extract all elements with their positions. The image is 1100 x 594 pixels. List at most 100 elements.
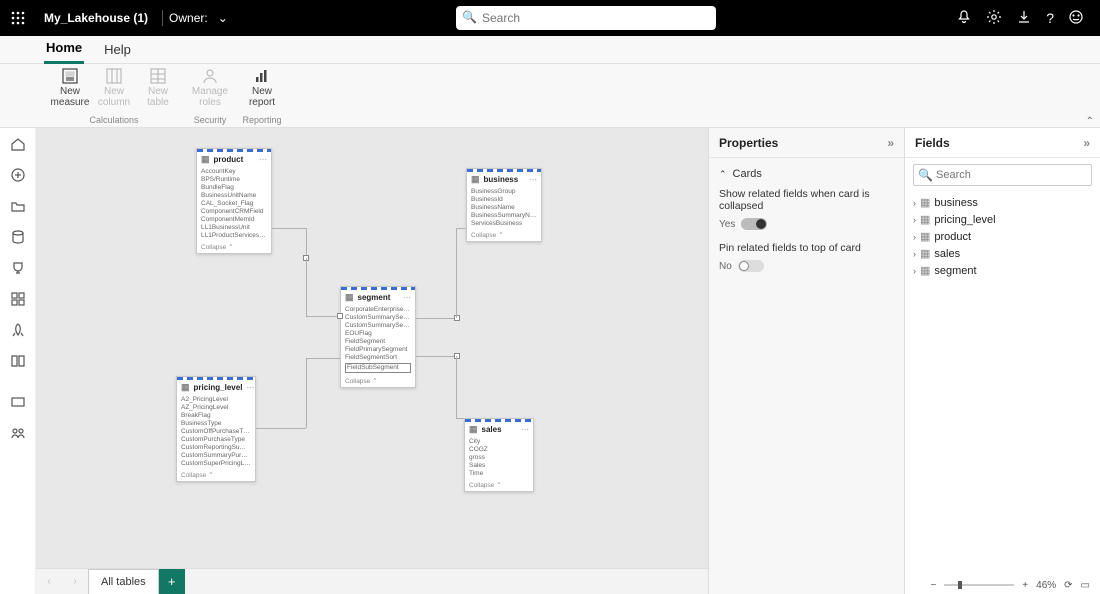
- nav-workspaces[interactable]: [10, 425, 26, 444]
- gear-icon: [986, 9, 1002, 25]
- add-layout-button[interactable]: +: [159, 569, 185, 594]
- download-button[interactable]: [1016, 9, 1032, 28]
- entity-segment[interactable]: ▦segment⋯ CorporateEnterpriseFlag Custom…: [340, 286, 416, 388]
- relationship-endpoint[interactable]: [454, 315, 460, 321]
- chevron-down-icon: ⌄: [214, 11, 232, 25]
- cards-section-header[interactable]: ⌃ Cards: [719, 164, 894, 184]
- owner-dropdown[interactable]: Owner: ⌄: [169, 11, 232, 25]
- tab-scroll-left[interactable]: ‹: [36, 569, 62, 594]
- bell-icon: [956, 9, 972, 25]
- nav-deployment[interactable]: [10, 322, 26, 341]
- collapse-fields-icon[interactable]: »: [1083, 136, 1090, 150]
- fields-title: Fields: [915, 136, 950, 150]
- nav-metrics[interactable]: [10, 260, 26, 279]
- field-table-business[interactable]: ›▦business: [913, 194, 1092, 211]
- chevron-right-icon: ›: [913, 249, 916, 259]
- home-icon: [10, 136, 26, 152]
- entity-more-icon[interactable]: ⋯: [246, 383, 254, 392]
- pin-related-toggle[interactable]: [738, 260, 764, 272]
- zoom-slider[interactable]: [944, 584, 1014, 586]
- zoom-out-button[interactable]: −: [930, 580, 936, 591]
- settings-button[interactable]: [986, 9, 1002, 28]
- relationship-line[interactable]: [456, 228, 457, 318]
- ribbon-collapse-button[interactable]: ⌃: [1086, 116, 1094, 127]
- download-icon: [1016, 9, 1032, 25]
- tab-home[interactable]: Home: [44, 36, 84, 64]
- nav-workspace[interactable]: [10, 394, 26, 413]
- table-icon: ▦: [345, 292, 354, 303]
- entity-business[interactable]: ▦business⋯ BusinessGroup BusinessId Busi…: [466, 168, 542, 242]
- manage-roles-button: Manageroles: [190, 64, 230, 110]
- waffle-icon: [10, 10, 26, 26]
- relationship-line[interactable]: [456, 418, 464, 419]
- entity-more-icon[interactable]: ⋯: [529, 175, 537, 184]
- entity-title: sales: [482, 425, 502, 434]
- file-title: My_Lakehouse (1): [36, 11, 156, 25]
- table-icon: [149, 67, 167, 85]
- entity-more-icon[interactable]: ⋯: [259, 155, 267, 164]
- relationship-endpoint[interactable]: [337, 313, 343, 319]
- table-icon: ▦: [920, 196, 930, 209]
- relationship-line[interactable]: [272, 228, 306, 229]
- entity-collapse[interactable]: Collapse ⌃: [177, 470, 255, 481]
- workspace-icon: [10, 394, 26, 410]
- book-icon: [10, 353, 26, 369]
- new-measure-button[interactable]: Newmeasure: [50, 64, 90, 110]
- relationship-line[interactable]: [416, 318, 456, 319]
- layout-tab-all-tables[interactable]: All tables: [88, 569, 159, 594]
- entity-sales[interactable]: ▦sales⋯ City COGZ gross Sales Time Colla…: [464, 418, 534, 492]
- entity-pricing-level[interactable]: ▦pricing_level⋯ A2_PricingLevel AZ_Prici…: [176, 376, 256, 482]
- entity-product[interactable]: ▦product⋯ AccountKey BPS/Runtime BundleF…: [196, 148, 272, 254]
- nav-home[interactable]: [10, 136, 26, 155]
- global-search: 🔍: [456, 6, 716, 30]
- model-canvas[interactable]: ▦product⋯ AccountKey BPS/Runtime BundleF…: [36, 128, 708, 568]
- entity-more-icon[interactable]: ⋯: [403, 293, 411, 302]
- entity-collapse[interactable]: Collapse ⌃: [467, 230, 541, 241]
- entity-collapse[interactable]: Collapse ⌃: [197, 242, 271, 253]
- field-table-pricing-level[interactable]: ›▦pricing_level: [913, 211, 1092, 228]
- tab-scroll-right[interactable]: ›: [62, 569, 88, 594]
- zoom-status-bar: − + 46% ⟳ ▭: [920, 576, 1100, 594]
- entity-collapse[interactable]: Collapse ⌃: [341, 376, 415, 387]
- relationship-line[interactable]: [306, 358, 340, 359]
- nav-data-hub[interactable]: [10, 229, 26, 248]
- notifications-button[interactable]: [956, 9, 972, 28]
- report-icon: [253, 67, 271, 85]
- entity-more-icon[interactable]: ⋯: [521, 425, 529, 434]
- global-search-input[interactable]: [456, 6, 716, 30]
- field-table-sales[interactable]: ›▦sales: [913, 245, 1092, 262]
- reset-zoom-button[interactable]: ⟳: [1064, 580, 1072, 591]
- collapse-properties-icon[interactable]: »: [887, 136, 894, 150]
- relationship-endpoint[interactable]: [454, 353, 460, 359]
- smiley-icon: [1068, 9, 1084, 25]
- relationship-line[interactable]: [416, 356, 456, 357]
- relationship-line[interactable]: [306, 316, 340, 317]
- fields-search-input[interactable]: [913, 164, 1092, 186]
- table-icon: ▦: [469, 424, 478, 435]
- layout-tabs: ‹ › All tables +: [36, 568, 708, 594]
- toggle-no-label: No: [719, 261, 732, 272]
- relationship-line[interactable]: [256, 428, 306, 429]
- relationship-line[interactable]: [306, 258, 307, 316]
- relationship-line[interactable]: [456, 228, 466, 229]
- relationship-line[interactable]: [456, 356, 457, 418]
- relationship-line[interactable]: [306, 228, 307, 258]
- feedback-button[interactable]: [1068, 9, 1084, 28]
- show-related-toggle[interactable]: [741, 218, 767, 230]
- field-table-segment[interactable]: ›▦segment: [913, 262, 1092, 279]
- new-report-button[interactable]: Newreport: [242, 64, 282, 110]
- help-button[interactable]: ?: [1046, 10, 1054, 26]
- measure-icon: [61, 67, 79, 85]
- zoom-in-button[interactable]: +: [1022, 580, 1028, 591]
- relationship-line[interactable]: [306, 358, 307, 428]
- app-launcher-button[interactable]: [0, 10, 36, 26]
- nav-browse[interactable]: [10, 198, 26, 217]
- nav-apps[interactable]: [10, 291, 26, 310]
- entity-collapse[interactable]: Collapse ⌃: [465, 480, 533, 491]
- tab-help[interactable]: Help: [102, 38, 133, 63]
- fit-to-screen-button[interactable]: ▭: [1081, 580, 1090, 591]
- field-table-product[interactable]: ›▦product: [913, 228, 1092, 245]
- owner-label: Owner:: [169, 11, 208, 25]
- nav-create[interactable]: [10, 167, 26, 186]
- nav-learn[interactable]: [10, 353, 26, 372]
